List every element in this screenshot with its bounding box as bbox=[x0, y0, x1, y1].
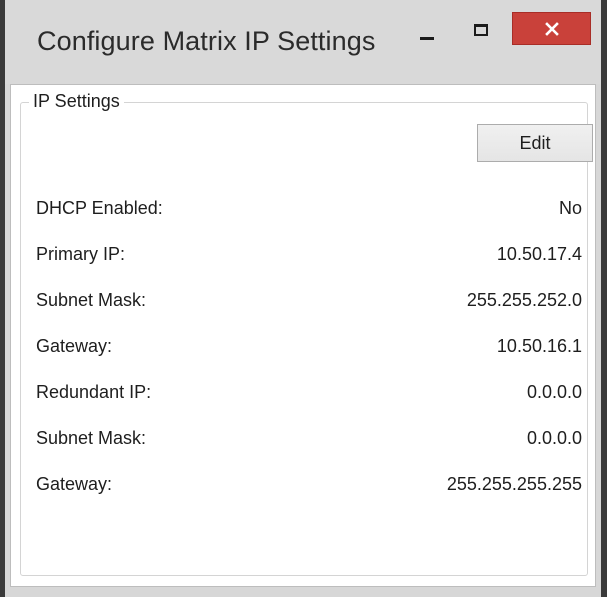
redundant-ip-value: 0.0.0.0 bbox=[526, 382, 582, 402]
group-label: IP Settings bbox=[29, 91, 124, 112]
minimize-icon bbox=[420, 36, 434, 40]
redundant-subnet-mask-row: Subnet Mask: 0.0.0.0 bbox=[36, 428, 582, 454]
dhcp-enabled-label: DHCP Enabled: bbox=[36, 198, 163, 218]
primary-gateway-label: Gateway: bbox=[36, 336, 113, 356]
close-button[interactable] bbox=[512, 12, 591, 45]
ip-settings-group: IP Settings Edit DHCP Enabled: No Primar… bbox=[20, 91, 593, 576]
primary-gateway-value: 10.50.16.1 bbox=[496, 336, 582, 356]
primary-ip-value: 10.50.17.4 bbox=[496, 244, 582, 264]
primary-subnet-mask-value: 255.255.252.0 bbox=[466, 290, 582, 310]
redundant-gateway-label: Gateway: bbox=[36, 474, 113, 494]
primary-ip-row: Primary IP: 10.50.17.4 bbox=[36, 244, 582, 270]
dhcp-enabled-value: No bbox=[558, 198, 582, 218]
primary-subnet-mask-row: Subnet Mask: 255.255.252.0 bbox=[36, 290, 582, 316]
redundant-subnet-mask-label: Subnet Mask: bbox=[36, 428, 147, 448]
window-title: Configure Matrix IP Settings bbox=[37, 26, 376, 56]
primary-gateway-row: Gateway: 10.50.16.1 bbox=[36, 336, 582, 362]
close-icon bbox=[544, 21, 559, 36]
maximize-icon bbox=[474, 24, 488, 36]
primary-ip-label: Primary IP: bbox=[36, 244, 126, 264]
redundant-ip-row: Redundant IP: 0.0.0.0 bbox=[36, 382, 582, 408]
redundant-gateway-row: Gateway: 255.255.255.255 bbox=[36, 474, 582, 500]
dhcp-enabled-row: DHCP Enabled: No bbox=[36, 198, 582, 224]
minimize-button[interactable] bbox=[405, 12, 449, 56]
redundant-gateway-value: 255.255.255.255 bbox=[446, 474, 582, 494]
maximize-button[interactable] bbox=[459, 12, 503, 56]
dialog-content: IP Settings Edit DHCP Enabled: No Primar… bbox=[10, 84, 596, 587]
primary-subnet-mask-label: Subnet Mask: bbox=[36, 290, 147, 310]
title-bar[interactable]: Configure Matrix IP Settings bbox=[5, 0, 601, 84]
redundant-ip-label: Redundant IP: bbox=[36, 382, 152, 402]
dialog-window: Configure Matrix IP Settings IP Settings… bbox=[0, 0, 607, 597]
edit-button[interactable]: Edit bbox=[477, 124, 593, 162]
redundant-subnet-mask-value: 0.0.0.0 bbox=[526, 428, 582, 448]
